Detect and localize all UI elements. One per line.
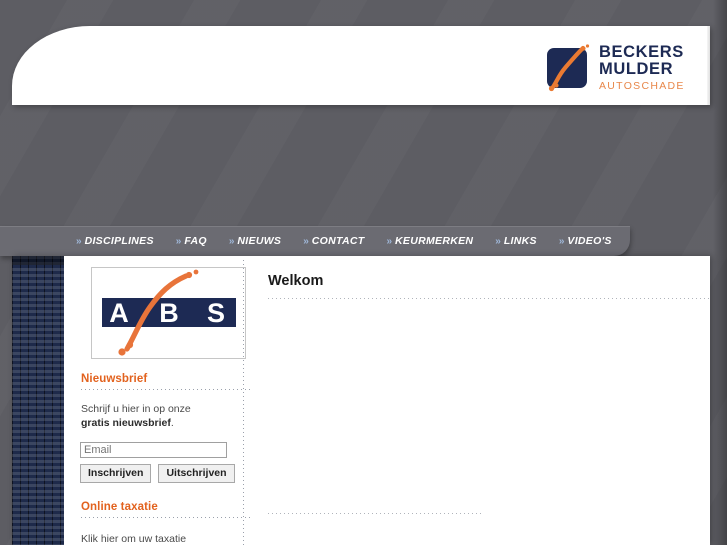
newsletter-intro-line1: Schrijf u hier in op onze xyxy=(81,403,191,415)
unsubscribe-button[interactable]: Uitschrijven xyxy=(158,464,235,483)
main-bottom-divider xyxy=(268,513,484,514)
chevron-right-icon: » xyxy=(228,236,234,247)
nav-label: KEURMERKEN xyxy=(395,235,474,247)
brand-wordmark: BECKERS MULDER AUTOSCHADE xyxy=(599,44,685,92)
nav-label: FAQ xyxy=(184,235,207,247)
nav-label: CONTACT xyxy=(311,235,365,247)
nav-item-contact[interactable]: » CONTACT xyxy=(303,235,364,247)
decorative-mesh-strip xyxy=(12,256,64,545)
taxatie-divider xyxy=(81,517,250,518)
newsletter-button-row: Inschrijven Uitschrijven xyxy=(80,464,235,483)
page-background: BECKERS MULDER AUTOSCHADE » DISCIPLINES … xyxy=(0,0,727,545)
main-title-divider xyxy=(268,298,709,299)
sidebar-main-divider xyxy=(243,260,244,545)
nav-item-videos[interactable]: » VIDEO'S xyxy=(559,235,612,247)
main-navigation: » DISCIPLINES » FAQ » NIEUWS » CONTACT »… xyxy=(0,226,630,256)
chevron-right-icon: » xyxy=(386,236,392,247)
nav-item-faq[interactable]: » FAQ xyxy=(176,235,207,247)
nav-label: DISCIPLINES xyxy=(84,235,154,247)
svg-text:B: B xyxy=(159,298,179,328)
nav-item-keurmerken[interactable]: » KEURMERKEN xyxy=(386,235,473,247)
main-content: Welkom xyxy=(256,256,710,545)
taxatie-text[interactable]: Klik hier om uw taxatie xyxy=(81,532,253,545)
nav-label: LINKS xyxy=(503,235,537,247)
nav-item-nieuws[interactable]: » NIEUWS xyxy=(229,235,281,247)
nav-item-disciplines[interactable]: » DISCIPLINES xyxy=(76,235,154,247)
nav-label: NIEUWS xyxy=(237,235,282,247)
page-title: Welkom xyxy=(268,273,324,289)
newsletter-divider xyxy=(81,389,250,390)
newsletter-heading: Nieuwsbrief xyxy=(81,373,148,385)
chevron-right-icon: » xyxy=(558,236,564,247)
chevron-right-icon: » xyxy=(76,236,81,247)
header-right-bevel xyxy=(707,26,710,105)
chevron-right-icon: » xyxy=(303,236,308,247)
sidebar: A B S Nieuwsbrief Schrijf u hier in op o… xyxy=(69,256,255,545)
brand-logo[interactable]: BECKERS MULDER AUTOSCHADE xyxy=(543,40,688,95)
subscribe-button[interactable]: Inschrijven xyxy=(80,464,152,483)
chevron-right-icon: » xyxy=(175,236,181,247)
newsletter-email-input[interactable] xyxy=(80,442,227,458)
svg-text:A: A xyxy=(109,298,129,328)
newsletter-intro: Schrijf u hier in op onze gratis nieuwsb… xyxy=(81,402,253,430)
abs-swoosh-icon xyxy=(543,43,592,92)
newsletter-intro-period: . xyxy=(170,417,174,429)
nav-label: VIDEO'S xyxy=(567,235,612,247)
nav-item-links[interactable]: » LINKS xyxy=(495,235,537,247)
brand-line-3: AUTOSCHADE xyxy=(599,79,685,92)
brand-line-1: BECKERS xyxy=(599,42,684,61)
newsletter-intro-bold: gratis nieuwsbrief xyxy=(81,417,171,429)
brand-line-2: MULDER xyxy=(599,60,674,79)
nav-top-highlight xyxy=(0,226,630,227)
svg-text:S: S xyxy=(206,298,224,328)
abs-logo[interactable]: A B S xyxy=(91,267,246,359)
content-panel: A B S Nieuwsbrief Schrijf u hier in op o… xyxy=(12,256,710,545)
taxatie-heading: Online taxatie xyxy=(81,501,158,513)
chevron-right-icon: » xyxy=(495,236,500,247)
